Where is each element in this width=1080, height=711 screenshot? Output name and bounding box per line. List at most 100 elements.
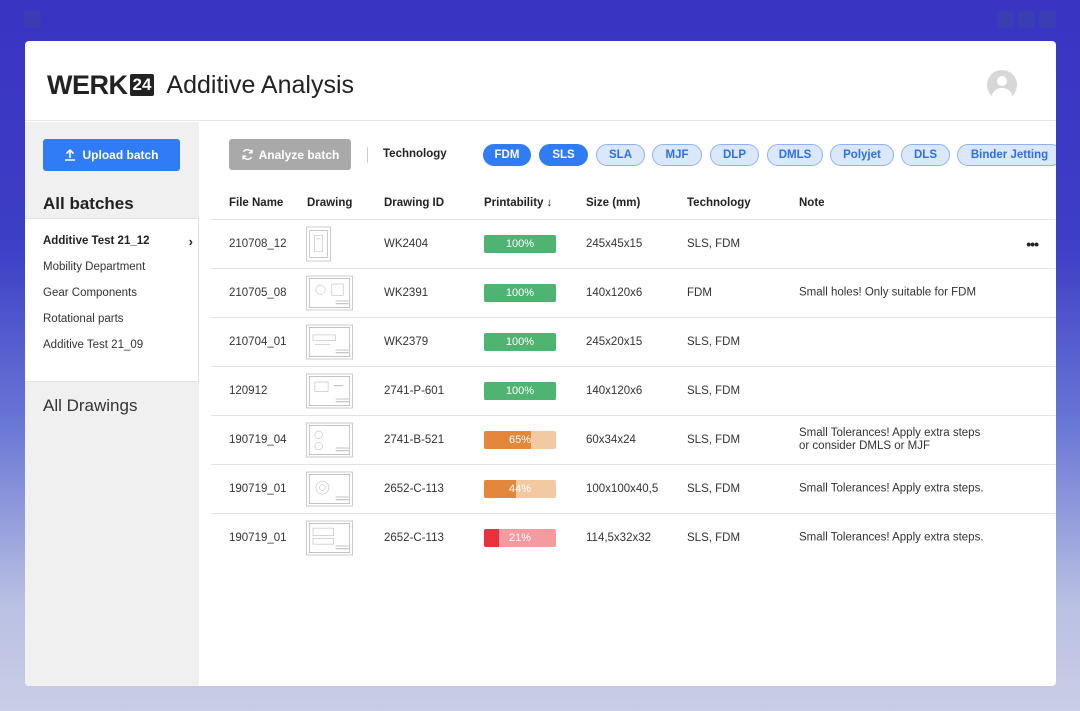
col-size[interactable]: Size (mm) xyxy=(586,197,640,209)
refresh-icon xyxy=(241,149,253,160)
minimize-icon[interactable] xyxy=(997,11,1014,28)
col-printability[interactable]: Printability ↓ xyxy=(484,197,552,209)
file-name: 190719_01 xyxy=(229,532,287,544)
col-drawing-id[interactable]: Drawing ID xyxy=(384,197,444,209)
sidebar-item-mobility-department[interactable]: Mobility Department xyxy=(43,261,145,273)
main-content: Analyze batch Technology FDM SLS SLA MJF… xyxy=(199,122,1056,686)
note-line: or consider DMLS or MJF xyxy=(799,440,931,452)
technology-filter-label: Technology xyxy=(383,148,447,160)
maximize-icon[interactable] xyxy=(1018,11,1035,28)
drawing-id: WK2391 xyxy=(384,287,429,299)
sidebar-item-additive-test-21-12[interactable]: Additive Test 21_12 › xyxy=(43,234,193,249)
table-row[interactable]: 210708_12 WK2404 100% 245x45x15 SLS, FDM… xyxy=(211,219,1056,268)
drawing-id: 2652-C-113 xyxy=(384,532,444,544)
col-note[interactable]: Note xyxy=(799,197,825,209)
file-name: 120912 xyxy=(229,385,268,397)
drawing-id: 2741-P-601 xyxy=(384,385,445,397)
brand: WERK 24 Additive Analysis xyxy=(47,71,354,99)
chip-sla[interactable]: SLA xyxy=(596,144,645,166)
drawing-id: WK2379 xyxy=(384,336,429,348)
note: Small Tolerances! Apply extra steps. xyxy=(799,531,984,544)
chip-sls[interactable]: SLS xyxy=(539,144,588,166)
chip-dmls[interactable]: DMLS xyxy=(767,144,823,166)
size: 140x120x6 xyxy=(586,385,643,397)
technology: FDM xyxy=(687,287,712,299)
printability-bar: 21% xyxy=(484,529,556,547)
upload-batch-label: Upload batch xyxy=(82,148,159,162)
note: Small Tolerances! Apply extra steps. xyxy=(799,482,984,495)
batch-list: Additive Test 21_12 › Mobility Departmen… xyxy=(25,218,199,382)
printability-label: 21% xyxy=(508,532,532,544)
chip-dlp[interactable]: DLP xyxy=(710,144,759,166)
note: Small Tolerances! Apply extra steps or co… xyxy=(799,427,980,453)
table-row[interactable]: 190719_01 2652-C-113 44% 100x100x40,5 SL… xyxy=(211,464,1056,513)
table-row[interactable]: 190719_01 2652-C-113 21% 114,5x32x32 SLS… xyxy=(211,513,1056,562)
file-name: 190719_04 xyxy=(229,434,287,446)
sidebar-item-gear-components[interactable]: Gear Components xyxy=(43,287,137,299)
table-body: 210708_12 WK2404 100% 245x45x15 SLS, FDM… xyxy=(211,219,1056,562)
user-icon xyxy=(997,76,1007,86)
toolbar-divider xyxy=(367,147,368,163)
size: 140x120x6 xyxy=(586,287,643,299)
drawing-thumbnail[interactable] xyxy=(306,422,353,458)
drawing-thumbnail[interactable] xyxy=(306,520,353,556)
size: 245x45x15 xyxy=(586,238,643,250)
app-window: WERK 24 Additive Analysis Upload batch A… xyxy=(25,41,1056,686)
analyze-batch-button[interactable]: Analyze batch xyxy=(229,139,351,170)
sidebar-item-additive-test-21-09[interactable]: Additive Test 21_09 xyxy=(43,339,143,351)
chip-dls[interactable]: DLS xyxy=(901,144,950,166)
technology: SLS, FDM xyxy=(687,434,741,446)
printability-label: 100% xyxy=(505,287,535,299)
table-row[interactable]: 210705_08 WK2391 100% 140x120x6 FDM Smal… xyxy=(211,268,1056,317)
user-icon-body xyxy=(992,88,1012,100)
sidebar: Upload batch All batches Additive Test 2… xyxy=(25,122,199,686)
all-drawings-link[interactable]: All Drawings xyxy=(43,396,137,416)
drawing-thumbnail[interactable] xyxy=(306,226,331,262)
drawing-id: 2652-C-113 xyxy=(384,483,444,495)
chip-polyjet[interactable]: Polyjet xyxy=(830,144,894,166)
brand-logo: WERK xyxy=(47,70,128,100)
printability-bar: 100% xyxy=(484,382,556,400)
page-title: Additive Analysis xyxy=(166,71,355,99)
file-name: 190719_01 xyxy=(229,483,287,495)
avatar[interactable] xyxy=(987,70,1017,100)
more-options-icon[interactable]: ••• xyxy=(1026,236,1039,252)
chip-binder-jetting[interactable]: Binder Jetting xyxy=(957,144,1056,166)
col-file-name[interactable]: File Name xyxy=(229,197,283,209)
printability-label: 100% xyxy=(505,238,535,250)
technology: SLS, FDM xyxy=(687,336,741,348)
technology: SLS, FDM xyxy=(687,532,741,544)
drawing-thumbnail[interactable] xyxy=(306,275,353,311)
drawing-thumbnail[interactable] xyxy=(306,471,353,507)
sidebar-item-rotational-parts[interactable]: Rotational parts xyxy=(43,313,124,325)
table-header: File Name Drawing Drawing ID Printabilit… xyxy=(211,197,1056,217)
chevron-right-icon: › xyxy=(188,234,193,249)
upload-batch-button[interactable]: Upload batch xyxy=(43,139,180,171)
technology: SLS, FDM xyxy=(687,385,741,397)
printability-bar: 100% xyxy=(484,333,556,351)
file-name: 210704_01 xyxy=(229,336,287,348)
file-name: 210708_12 xyxy=(229,238,287,250)
window-menu-icon xyxy=(24,11,41,28)
chip-mjf[interactable]: MJF xyxy=(652,144,702,166)
printability-bar: 100% xyxy=(484,284,556,302)
chip-fdm[interactable]: FDM xyxy=(483,144,531,166)
printability-label: 100% xyxy=(505,336,535,348)
printability-label: 100% xyxy=(505,385,535,397)
close-icon[interactable] xyxy=(1039,11,1056,28)
all-batches-heading[interactable]: All batches xyxy=(43,194,134,214)
table-row[interactable]: 190719_04 2741-B-521 65% 60x34x24 SLS, F… xyxy=(211,415,1056,464)
drawing-thumbnail[interactable] xyxy=(306,324,353,360)
technology: SLS, FDM xyxy=(687,483,741,495)
table-row[interactable]: 120912 2741-P-601 100% 140x120x6 SLS, FD… xyxy=(211,366,1056,415)
size: 245x20x15 xyxy=(586,336,643,348)
col-drawing[interactable]: Drawing xyxy=(307,197,352,209)
upload-icon xyxy=(65,149,76,161)
col-technology[interactable]: Technology xyxy=(687,197,751,209)
file-name: 210705_08 xyxy=(229,287,287,299)
brand-logo-badge: 24 xyxy=(129,74,155,96)
table-row[interactable]: 210704_01 WK2379 100% 245x20x15 SLS, FDM xyxy=(211,317,1056,366)
technology: SLS, FDM xyxy=(687,238,741,250)
printability-label: 44% xyxy=(508,483,532,495)
drawing-thumbnail[interactable] xyxy=(306,373,353,409)
